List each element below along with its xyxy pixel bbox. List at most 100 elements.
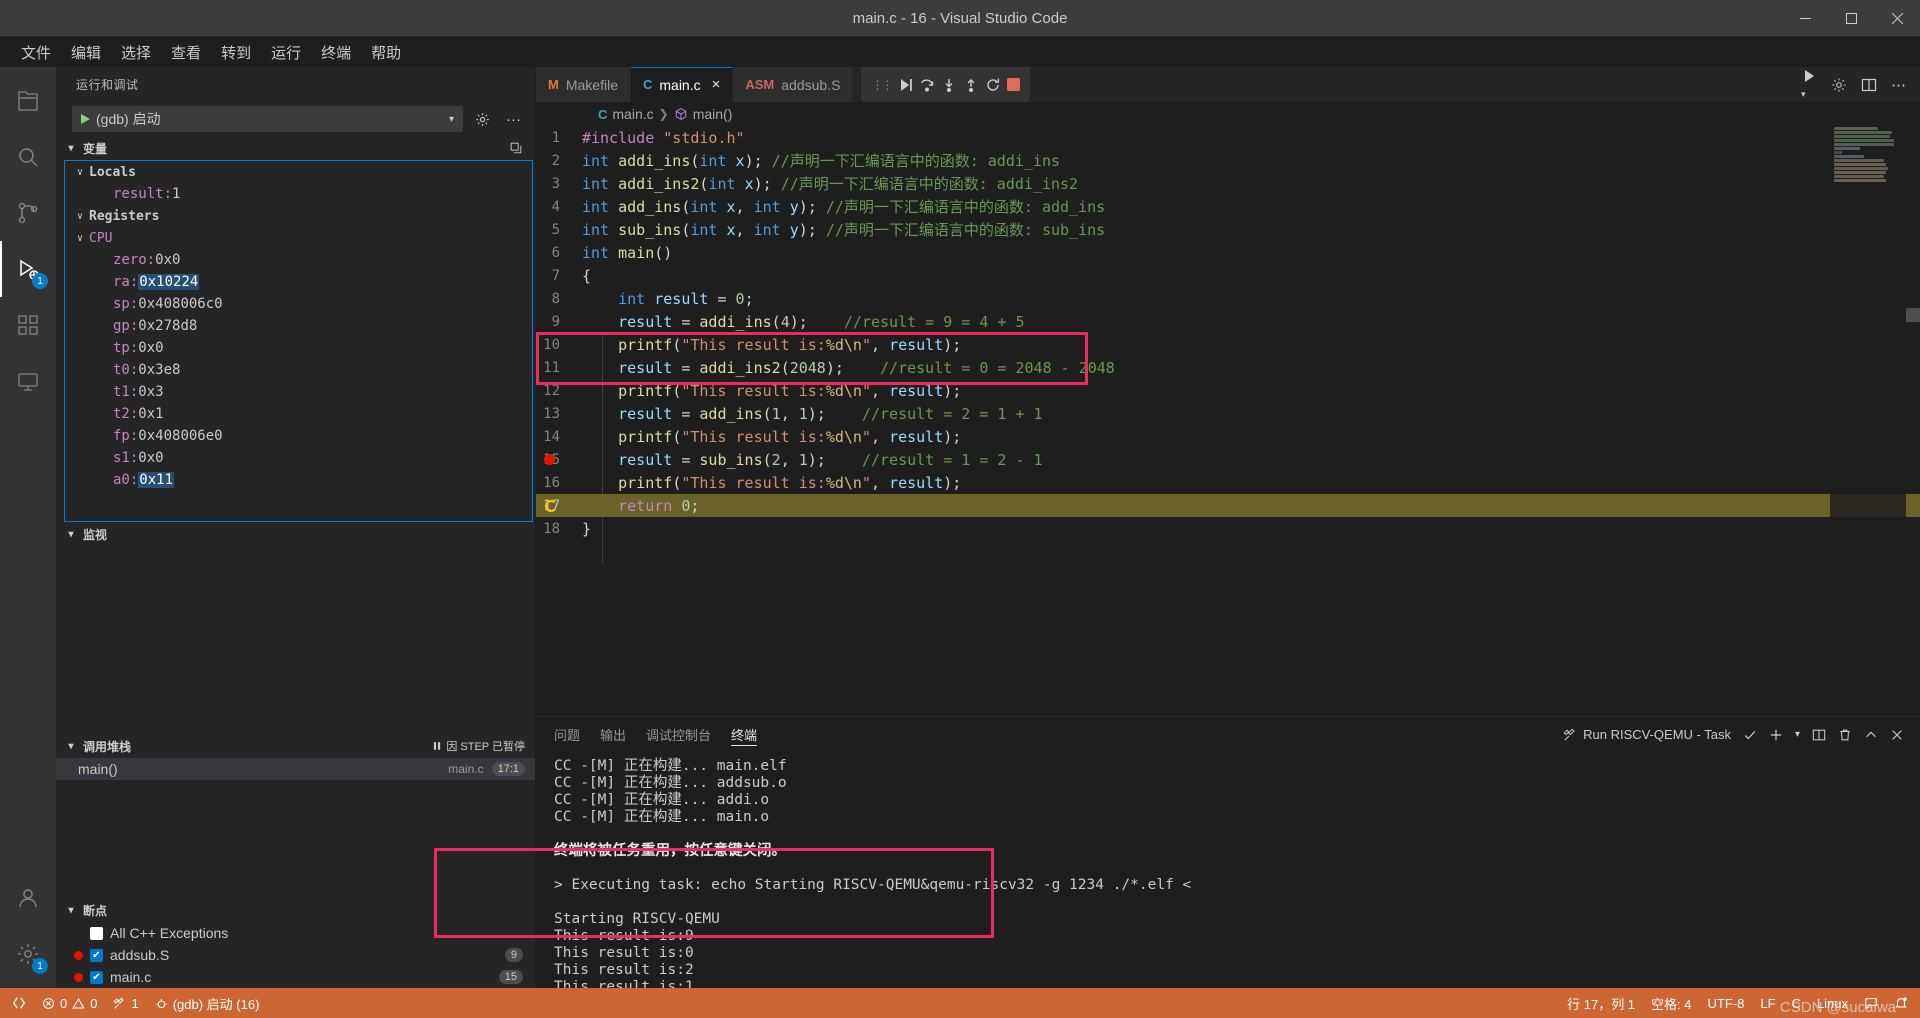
variable-row[interactable]: tp: 0x0 (65, 337, 532, 359)
source-control-icon[interactable] (0, 185, 56, 241)
collapse-all-icon[interactable] (509, 141, 535, 155)
code-line[interactable]: 15 result = sub_ins(2, 1); //result = 1 … (536, 448, 1920, 471)
code-lines[interactable]: 1#include "stdio.h"2int addi_ins(int x);… (536, 126, 1920, 540)
platform-status[interactable]: Linux (1809, 996, 1856, 1011)
breakpoint-row[interactable]: ✔addsub.S9 (56, 944, 535, 966)
editor-scrollbar[interactable] (1906, 126, 1920, 716)
account-icon[interactable] (0, 870, 56, 926)
scrollbar-thumb[interactable] (1906, 308, 1920, 322)
code-line[interactable]: 13 result = add_ins(1, 1); //result = 2 … (536, 402, 1920, 425)
step-over-icon[interactable] (919, 77, 935, 93)
code-editor[interactable]: 1#include "stdio.h"2int addi_ins(int x);… (536, 126, 1920, 716)
tab-problems[interactable]: 问题 (554, 717, 580, 752)
tab-makefile[interactable]: M Makefile (536, 67, 631, 102)
breakpoint-checkbox[interactable]: ✔ (90, 971, 103, 984)
code-line[interactable]: 14 printf("This result is:%d\n", result)… (536, 425, 1920, 448)
add-terminal-icon[interactable] (1769, 728, 1783, 742)
variable-row[interactable]: s1: 0x0 (65, 447, 532, 469)
open-launch-json-gear-icon[interactable] (471, 110, 494, 129)
cursor-position[interactable]: 行 17，列 1 (1559, 994, 1643, 1013)
code-line[interactable]: 3int addi_ins2(int x); //声明一下汇编语言中的函数: a… (536, 172, 1920, 195)
variable-row[interactable]: sp: 0x408006c0 (65, 293, 532, 315)
variable-row[interactable]: a0: 0x11 (65, 469, 532, 491)
chevron-down-icon[interactable]: ▾ (1795, 729, 1800, 740)
variable-row[interactable]: zero: 0x0 (65, 249, 532, 271)
terminal-output[interactable]: CC -[M] 正在构建... main.elfCC -[M] 正在构建... … (536, 752, 1920, 988)
tab-debug-console[interactable]: 调试控制台 (646, 717, 711, 752)
split-terminal-icon[interactable] (1812, 728, 1826, 742)
variables-section-header[interactable]: ▾ 变量 (56, 136, 535, 160)
close-icon[interactable]: × (712, 76, 721, 93)
chevron-down-icon[interactable]: ∨ (73, 211, 87, 222)
maximize-button[interactable] (1828, 0, 1874, 36)
kill-terminal-icon[interactable] (1838, 728, 1852, 742)
breadcrumb-symbol[interactable]: main() (693, 106, 733, 122)
variable-row[interactable]: t2: 0x1 (65, 403, 532, 425)
chevron-down-icon[interactable]: ∨ (73, 167, 87, 178)
menu-go[interactable]: 转到 (212, 39, 260, 66)
code-line[interactable]: 11 result = addi_ins2(2048); //result = … (536, 356, 1920, 379)
step-into-icon[interactable] (941, 77, 957, 93)
code-line[interactable]: 8 int result = 0; (536, 287, 1920, 310)
language-mode-status[interactable]: C (1784, 996, 1809, 1011)
encoding-status[interactable]: UTF-8 (1700, 996, 1753, 1011)
debug-session-status[interactable]: (gdb) 启动 (16) (147, 988, 268, 1018)
tasks-status[interactable]: 1 (105, 988, 146, 1018)
breakpoint-row[interactable]: ✔All C++ Exceptions (56, 922, 535, 944)
code-line[interactable]: 6int main() (536, 241, 1920, 264)
eol-status[interactable]: LF (1752, 996, 1783, 1011)
breakpoint-gutter-icon[interactable] (544, 454, 555, 465)
code-line[interactable]: 1#include "stdio.h" (536, 126, 1920, 149)
problems-status[interactable]: 0 0 (34, 988, 105, 1018)
variable-row[interactable]: t0: 0x3e8 (65, 359, 532, 381)
remote-indicator[interactable] (4, 988, 34, 1018)
debug-more-actions-icon[interactable]: ··· (502, 109, 525, 130)
code-line[interactable]: 18} (536, 517, 1920, 540)
tab-main-c[interactable]: C main.c × (631, 67, 733, 102)
feedback-icon[interactable] (1856, 996, 1886, 1010)
code-line[interactable]: 9 result = addi_ins(4); //result = 9 = 4… (536, 310, 1920, 333)
extensions-icon[interactable] (0, 297, 56, 353)
start-debug-icon[interactable] (81, 114, 90, 124)
notifications-bell-icon[interactable] (1886, 996, 1916, 1010)
launch-configuration-select[interactable]: (gdb) 启动 ▾ (72, 106, 463, 132)
code-line[interactable]: 10 printf("This result is:%d\n", result)… (536, 333, 1920, 356)
breakpoint-checkbox[interactable]: ✔ (90, 949, 103, 962)
breakpoints-section-header[interactable]: ▾ 断点 (56, 898, 535, 922)
explorer-icon[interactable] (0, 73, 56, 129)
close-panel-icon[interactable] (1890, 728, 1904, 742)
breakpoints-list[interactable]: ✔All C++ Exceptions✔addsub.S9✔main.c15 (56, 922, 535, 988)
close-button[interactable] (1874, 0, 1920, 36)
run-debug-icon[interactable]: 1 (0, 241, 56, 297)
drag-handle-icon[interactable]: ⋮⋮ (871, 78, 891, 92)
code-line[interactable]: 16 printf("This result is:%d\n", result)… (536, 471, 1920, 494)
code-line[interactable]: 5int sub_ins(int x, int y); //声明一下汇编语言中的… (536, 218, 1920, 241)
variable-row[interactable]: gp: 0x278d8 (65, 315, 532, 337)
continue-icon[interactable] (897, 77, 913, 93)
remote-explorer-icon[interactable] (0, 353, 56, 409)
breadcrumb-file[interactable]: main.c (612, 106, 653, 122)
chevron-down-icon[interactable]: ∨ (73, 233, 87, 244)
variable-row[interactable]: t1: 0x3 (65, 381, 532, 403)
callstack-frame[interactable]: main() main.c 17:1 (56, 758, 535, 780)
menu-terminal[interactable]: 终端 (312, 39, 360, 66)
variables-tree[interactable]: ∨Localsresult: 1∨Registers∨CPUzero: 0x0r… (64, 160, 533, 522)
maximize-panel-icon[interactable] (1864, 728, 1878, 742)
tab-terminal[interactable]: 终端 (731, 717, 757, 752)
menu-file[interactable]: 文件 (12, 39, 60, 66)
tab-addsub-s[interactable]: ASM addsub.S (733, 67, 853, 102)
more-actions-icon[interactable]: ⋯ (1891, 76, 1906, 94)
code-line[interactable]: 4int add_ins(int x, int y); //声明一下汇编语言中的… (536, 195, 1920, 218)
code-line[interactable]: 2int addi_ins(int x); //声明一下汇编语言中的函数: ad… (536, 149, 1920, 172)
code-line[interactable]: 7{ (536, 264, 1920, 287)
minimize-button[interactable] (1782, 0, 1828, 36)
variable-row[interactable]: ∨Registers (65, 205, 532, 227)
callstack-section-header[interactable]: ▾ 调用堆栈 因 STEP 已暂停 (56, 734, 535, 758)
search-icon[interactable] (0, 129, 56, 185)
variable-row[interactable]: ∨Locals (65, 161, 532, 183)
callstack-list[interactable]: main() main.c 17:1 (56, 758, 535, 898)
step-out-icon[interactable] (963, 77, 979, 93)
menu-run[interactable]: 运行 (262, 39, 310, 66)
minimap[interactable] (1830, 126, 1906, 716)
watch-list[interactable] (56, 546, 535, 734)
